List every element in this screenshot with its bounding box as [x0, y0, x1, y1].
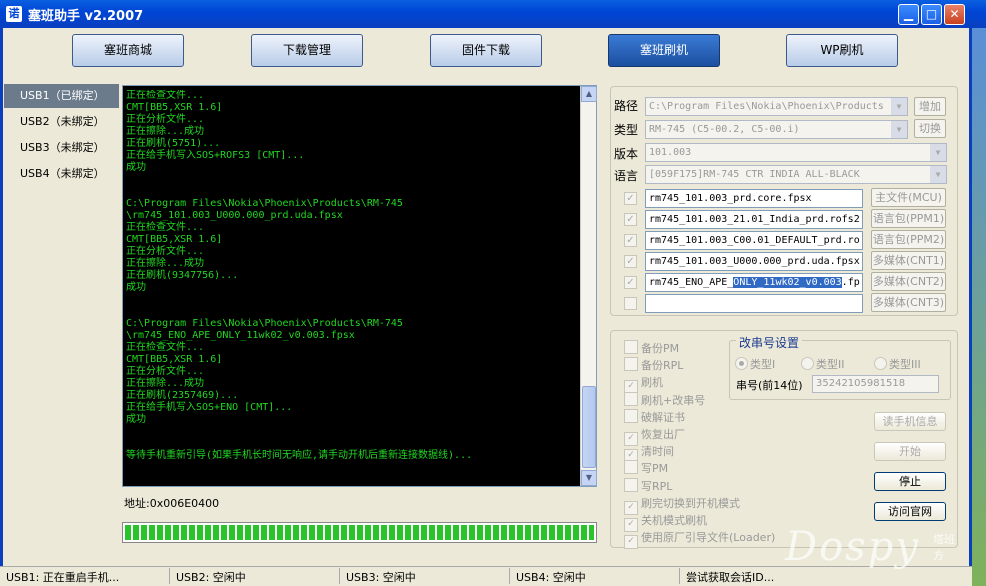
status-divider	[679, 568, 680, 584]
option-label: 备份PM	[641, 342, 680, 355]
progress-fill	[125, 525, 594, 540]
nav-firmware-download-button[interactable]: 固件下载	[430, 34, 542, 67]
status-divider	[339, 568, 340, 584]
file-input-cnt1[interactable]: rm745_101.003_U000.000_prd.uda.fpsx	[645, 252, 863, 271]
app-icon: 诺	[6, 6, 22, 22]
usb-item-2[interactable]: USB2（未绑定）	[4, 110, 119, 134]
title-bar[interactable]: 诺 塞班助手 v2.2007 ▁ □ ✕	[0, 0, 986, 28]
chevron-down-icon: ▼	[891, 98, 907, 115]
start-button[interactable]: 开始	[874, 442, 946, 461]
scroll-thumb[interactable]	[582, 386, 596, 468]
status-usb4: USB4: 空闲中	[516, 571, 586, 584]
file-button-cnt3[interactable]: 多媒体(CNT3)	[871, 293, 946, 312]
desktop-background	[972, 28, 986, 586]
option-checkbox[interactable]: 备份RPL	[624, 357, 683, 373]
window-title: 塞班助手 v2.2007	[28, 9, 144, 24]
serial-label: 串号(前14位)	[736, 379, 803, 392]
type-select[interactable]: RM-745 (C5-00.2, C5-00.i) ▼	[645, 120, 908, 139]
console-text: 正在检查文件... CMT[BB5,XSR 1.6] 正在分析文件... 正在擦…	[126, 90, 473, 461]
selected-text: ONLY_11wk02_v0.003	[733, 277, 842, 288]
add-path-button[interactable]: 增加	[914, 97, 946, 116]
language-select[interactable]: [059F175]RM-745 CTR INDIA ALL-BLACK ▼	[645, 165, 947, 184]
console-scrollbar[interactable]: ▲ ▼	[580, 86, 597, 486]
file-checkbox-ppm1[interactable]: ✓	[624, 213, 637, 226]
status-usb2: USB2: 空闲中	[176, 571, 246, 584]
option-label: 恢复出厂	[641, 428, 685, 441]
version-select[interactable]: 101.003 ▼	[645, 143, 947, 162]
usb-item-3[interactable]: USB3（未绑定）	[4, 136, 119, 160]
watermark-sub: 塔班方	[933, 533, 955, 562]
status-usb3: USB3: 空闲中	[346, 571, 416, 584]
file-button-cnt1[interactable]: 多媒体(CNT1)	[871, 251, 946, 270]
nav-store-button[interactable]: 塞班商城	[72, 34, 184, 67]
switch-type-button[interactable]: 切换	[914, 119, 946, 138]
type-label: 类型	[614, 123, 639, 137]
status-usb1: USB1: 正在重启手机...	[6, 571, 120, 584]
usb-item-1[interactable]: USB1（已绑定）	[4, 84, 119, 108]
read-phone-info-button[interactable]: 读手机信息	[874, 412, 946, 431]
chevron-down-icon: ▼	[930, 166, 946, 183]
path-select[interactable]: C:\Program Files\Nokia\Phoenix\Products ▼	[645, 97, 908, 116]
maximize-button[interactable]: □	[921, 4, 942, 25]
file-button-mcu[interactable]: 主文件(MCU)	[871, 188, 946, 207]
option-label: 刷机	[641, 376, 663, 390]
path-label: 路径	[614, 99, 639, 113]
file-checkbox-cnt2[interactable]: ✓	[624, 276, 637, 289]
option-checkbox[interactable]: 备份PM	[624, 340, 679, 356]
status-divider	[509, 568, 510, 584]
usb-item-4[interactable]: USB4（未绑定）	[4, 162, 119, 186]
file-button-cnt2[interactable]: 多媒体(CNT2)	[871, 272, 946, 291]
option-label: 写RPL	[641, 479, 673, 493]
file-button-ppm2[interactable]: 语言包(PPM2)	[871, 230, 946, 249]
option-label: 使用原厂引导文件(Loader)	[641, 531, 776, 545]
file-input-cnt2[interactable]: rm745_ENO_APE_ONLY_11wk02_v0.003.fp:	[645, 273, 863, 292]
option-checkbox[interactable]: 写RPL	[624, 477, 673, 494]
option-label: 刷完切换到开机模式	[641, 496, 740, 510]
file-input-cnt3[interactable]	[645, 294, 863, 313]
file-input-ppm2[interactable]: rm745_101.003_C00.01_DEFAULT_prd.ro:	[645, 231, 863, 250]
file-input-ppm1[interactable]: rm745_101.003_21.01_India_prd.rofs2.	[645, 210, 863, 229]
version-label: 版本	[614, 147, 639, 161]
option-label: 刷机+改串号	[641, 393, 706, 407]
file-checkbox-cnt1[interactable]: ✓	[624, 255, 637, 268]
option-label: 清时间	[641, 445, 674, 459]
option-label: 破解证书	[641, 410, 685, 424]
language-label: 语言	[614, 169, 639, 183]
visit-website-button[interactable]: 访问官网	[874, 502, 946, 521]
option-checkbox[interactable]: ✓ 使用原厂引导文件(Loader)	[624, 529, 776, 550]
chevron-down-icon: ▼	[891, 121, 907, 138]
status-session: 尝试获取会话ID...	[686, 571, 775, 584]
serial-type-3-radio[interactable]: 类型III	[874, 356, 921, 372]
address-readout: 地址:0x006E0400	[124, 497, 220, 510]
watermark-logo: Dospy	[785, 524, 920, 570]
option-label: 备份RPL	[641, 359, 684, 373]
status-divider	[169, 568, 170, 584]
serial-type-2-radio[interactable]: 类型II	[801, 356, 845, 372]
file-checkbox-ppm2[interactable]: ✓	[624, 234, 637, 247]
stop-button[interactable]: 停止	[874, 472, 946, 491]
serial-type-1-radio[interactable]: 类型I	[735, 356, 775, 372]
minimize-button[interactable]: ▁	[898, 4, 919, 25]
option-checkbox[interactable]: 破解证书	[624, 408, 685, 425]
serial-settings-title: 改串号设置	[736, 334, 803, 351]
file-checkbox-cnt3[interactable]	[624, 297, 637, 310]
nav-download-manager-button[interactable]: 下载管理	[251, 34, 363, 67]
scroll-up-icon[interactable]: ▲	[581, 86, 597, 102]
nav-flash-button[interactable]: 塞班刷机	[608, 34, 720, 67]
option-checkbox[interactable]: 刷机+改串号	[624, 391, 706, 408]
serial-input[interactable]: 35242105981518	[812, 375, 939, 393]
option-label: 写PM	[641, 462, 669, 476]
close-button[interactable]: ✕	[944, 4, 965, 25]
file-input-mcu[interactable]: rm745_101.003_prd.core.fpsx	[645, 189, 863, 208]
progress-bar	[122, 522, 597, 543]
file-button-ppm1[interactable]: 语言包(PPM1)	[871, 209, 946, 228]
console-log[interactable]: 正在检查文件... CMT[BB5,XSR 1.6] 正在分析文件... 正在擦…	[122, 85, 597, 487]
option-label: 关机模式刷机	[641, 514, 707, 527]
scroll-down-icon[interactable]: ▼	[581, 470, 597, 486]
nav-wp-flash-button[interactable]: WP刷机	[786, 34, 898, 67]
file-checkbox-mcu[interactable]: ✓	[624, 192, 637, 205]
option-checkbox[interactable]: 写PM	[624, 460, 668, 476]
chevron-down-icon: ▼	[930, 144, 946, 161]
